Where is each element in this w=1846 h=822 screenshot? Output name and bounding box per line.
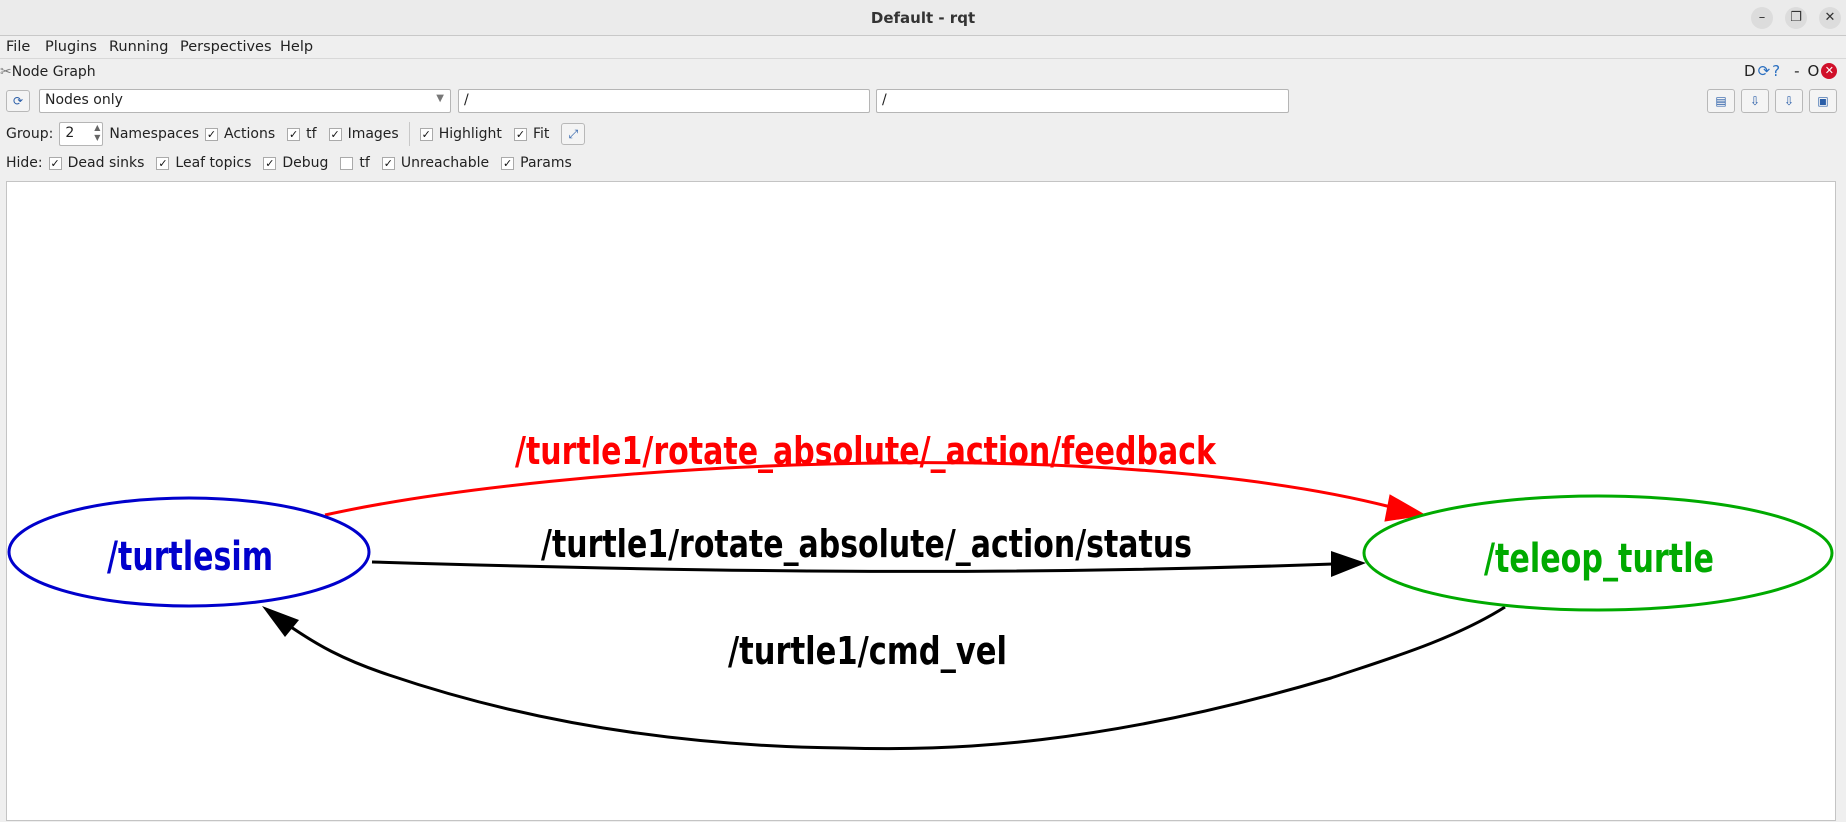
reload-icon[interactable]: ⟳ (1758, 62, 1771, 80)
params-checkbox[interactable]: ✓ (501, 156, 515, 170)
node-teleop-turtle-label: /teleop_turtle (1484, 536, 1714, 582)
tf-label: tf (306, 126, 317, 142)
save-image-icon[interactable]: ▣ (1809, 89, 1837, 113)
highlight-checkbox[interactable]: ✓ (419, 127, 433, 141)
actions-label: Actions (224, 126, 276, 142)
options-row: Group: 2 ▲ ▼ Namespaces ✓ Actions ✓ tf ✓ Ima… (6, 121, 586, 147)
leaf-topics-label: Leaf topics (175, 155, 252, 171)
graph-mode-value: Nodes only (45, 92, 123, 108)
leaf-topics-checkbox[interactable]: ✓ (156, 156, 170, 170)
save-dot-icon[interactable]: ⇩ (1741, 89, 1769, 113)
actions-checkbox[interactable]: ✓ (205, 127, 219, 141)
menu-file[interactable]: File (6, 39, 30, 55)
plugin-title: Node Graph (11, 64, 96, 80)
hide-tf-checkbox[interactable] (340, 156, 354, 170)
arrowhead-icon (1331, 551, 1366, 577)
namespaces-label: Namespaces (109, 126, 200, 142)
highlight-label: Highlight (438, 126, 502, 142)
options-button[interactable]: O (1808, 62, 1820, 80)
close-plugin-icon[interactable]: ✕ (1821, 63, 1838, 79)
plugin-tools-icon: ✂ (0, 64, 12, 80)
edge-cmd-vel-label: /turtle1/cmd_vel (728, 629, 1007, 673)
window-title: Default - rqt (870, 9, 976, 27)
tf-checkbox[interactable]: ✓ (287, 127, 301, 141)
fit-in-view-button[interactable]: ⤢ (561, 123, 586, 145)
edge-feedback-label: /turtle1/rotate_absolute/_action/feedbac… (515, 429, 1217, 473)
images-checkbox[interactable]: ✓ (328, 127, 342, 141)
edge-status-label: /turtle1/rotate_absolute/_action/status (541, 522, 1192, 566)
minimize-button[interactable]: – (1751, 7, 1773, 29)
menu-perspectives[interactable]: Perspectives (180, 39, 272, 55)
close-button[interactable]: ✕ (1819, 7, 1841, 29)
fit-checkbox[interactable]: ✓ (513, 127, 527, 141)
minimize-plugin-button[interactable]: - (1794, 62, 1799, 80)
hide-label: Hide: (6, 155, 43, 171)
chevron-down-icon: ▼ (436, 93, 444, 104)
edge-feedback[interactable]: /turtle1/rotate_absolute/_action/feedbac… (324, 429, 1427, 522)
unreachable-label: Unreachable (400, 155, 490, 171)
separator (408, 122, 410, 146)
spin-arrows-icon[interactable]: ▲ ▼ (94, 123, 100, 143)
graph-canvas[interactable]: /turtle1/rotate_absolute/_action/feedbac… (6, 181, 1836, 821)
save-svg-icon[interactable]: ⇩ (1775, 89, 1803, 113)
unreachable-checkbox[interactable]: ✓ (381, 156, 395, 170)
plugin-controls: D ⟳ ? - O ✕ (1744, 62, 1838, 80)
help-icon[interactable]: ? (1772, 62, 1780, 80)
group-value: 2 (65, 125, 75, 141)
debug-label: Debug (282, 155, 329, 171)
params-label: Params (520, 155, 572, 171)
edge-status[interactable]: /turtle1/rotate_absolute/_action/status (371, 522, 1366, 577)
fit-label: Fit (532, 126, 550, 142)
group-label: Group: (6, 126, 54, 142)
file-buttons: ▤ ⇩ ⇩ ▣ (1707, 89, 1837, 113)
refresh-graph-button[interactable]: ⟳ (6, 90, 30, 112)
arrowhead-icon (262, 606, 299, 637)
graph-mode-select[interactable]: Nodes only ▼ (39, 89, 451, 113)
title-bar: Default - rqt – ❐ ✕ (0, 0, 1846, 36)
hide-tf-label: tf (359, 155, 370, 171)
node-turtlesim[interactable]: /turtlesim (7, 496, 371, 608)
dock-button[interactable]: D (1744, 62, 1756, 80)
hide-row: Hide: ✓ Dead sinks ✓ Leaf topics ✓ Debug tf… (6, 152, 572, 174)
debug-checkbox[interactable]: ✓ (263, 156, 277, 170)
plugin-header: ✂ Node Graph (0, 62, 96, 82)
edge-cmd-vel[interactable]: /turtle1/cmd_vel (262, 605, 1506, 751)
group-spinbox[interactable]: 2 ▲ ▼ (59, 122, 104, 146)
node-filter-input[interactable]: / (458, 89, 870, 113)
dead-sinks-checkbox[interactable]: ✓ (48, 156, 62, 170)
menu-bar: File Plugins Running Perspectives Help (0, 37, 1846, 59)
load-dot-icon[interactable]: ▤ (1707, 89, 1735, 113)
node-turtlesim-label: /turtlesim (107, 534, 273, 580)
menu-running[interactable]: Running (109, 39, 168, 55)
menu-plugins[interactable]: Plugins (45, 39, 97, 55)
menu-help[interactable]: Help (280, 39, 313, 55)
dead-sinks-label: Dead sinks (67, 155, 145, 171)
node-teleop-turtle[interactable]: /teleop_turtle (1362, 494, 1834, 612)
topic-filter-input[interactable]: / (876, 89, 1289, 113)
restore-button[interactable]: ❐ (1785, 7, 1807, 29)
images-label: Images (347, 126, 399, 142)
